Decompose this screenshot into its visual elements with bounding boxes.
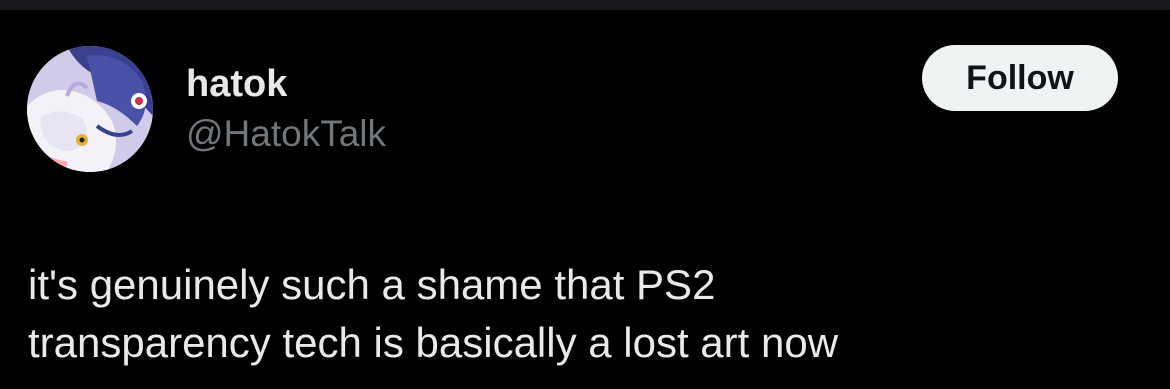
top-divider-bar (0, 0, 1170, 10)
author-handle[interactable]: @HatokTalk (186, 112, 386, 156)
author-names: hatok @HatokTalk (186, 62, 386, 156)
author-display-name[interactable]: hatok (186, 62, 386, 106)
tweet-text-line: transparency tech is basically a lost ar… (28, 319, 839, 366)
tweet-body-text: it's genuinely such a shame that PS2 tra… (28, 256, 1138, 372)
tweet-text-line: it's genuinely such a shame that PS2 (28, 261, 716, 308)
avatar-image (27, 46, 153, 172)
follow-button[interactable]: Follow (922, 45, 1118, 111)
avatar[interactable] (27, 46, 153, 172)
